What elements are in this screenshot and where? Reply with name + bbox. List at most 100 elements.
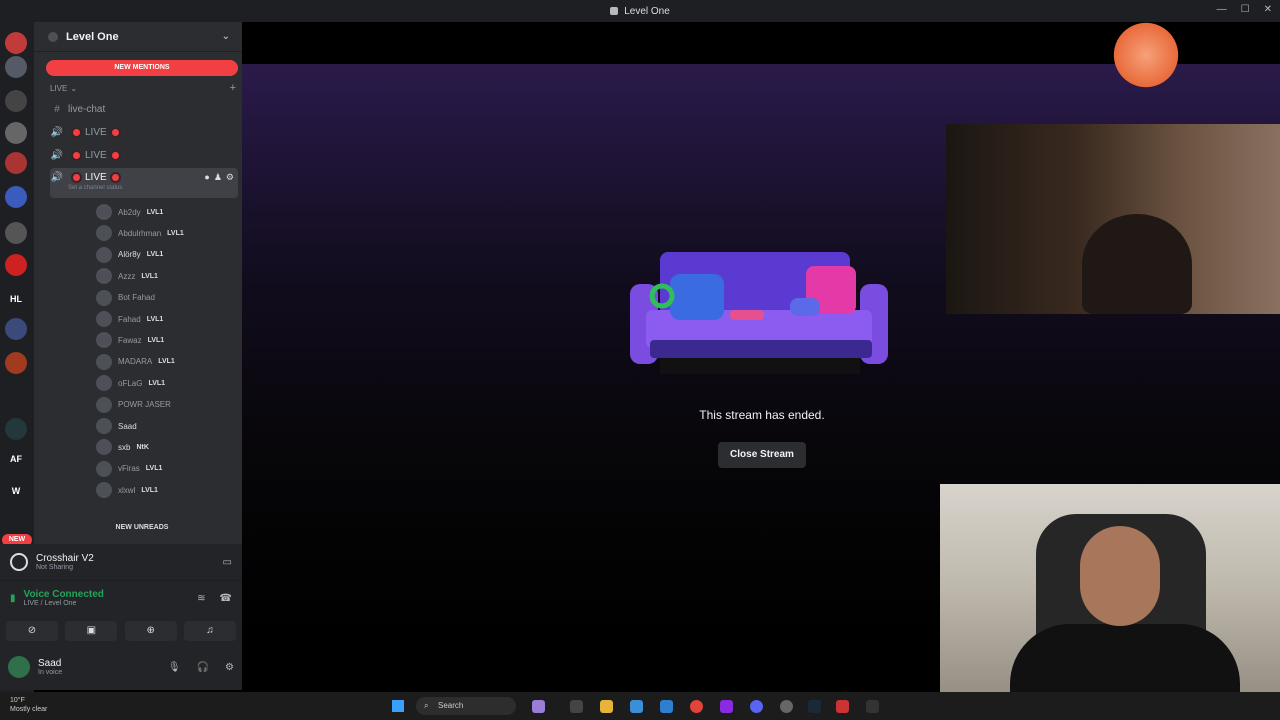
voice-member[interactable]: Bot Fahad⊘ ⊘: [96, 288, 242, 308]
voice-member[interactable]: MADARA LVL1: [96, 352, 242, 372]
server-icon[interactable]: [5, 56, 27, 78]
voice-member[interactable]: FawazLVL1⊘ ⊘: [96, 330, 242, 350]
server-icon[interactable]: [5, 222, 27, 244]
screen-share-button[interactable]: ▣: [65, 621, 118, 641]
voice-member[interactable]: oFLaG LVL1: [96, 373, 242, 393]
server-icon[interactable]: [5, 32, 27, 54]
start-button[interactable]: [392, 700, 404, 712]
speaker-icon: 🔊: [50, 149, 64, 161]
server-icon[interactable]: [5, 122, 27, 144]
voice-member[interactable]: sxb NtK: [96, 437, 242, 457]
channel-category[interactable]: LIVE ⌄ +: [50, 83, 236, 94]
steam-icon[interactable]: [808, 700, 821, 713]
voice-channel-live-2[interactable]: 🔊 LIVE: [50, 145, 238, 165]
taskbar-search[interactable]: ⌕ Search: [416, 697, 516, 715]
taskbar-app-icon[interactable]: [720, 700, 733, 713]
noise-suppression-icon[interactable]: ≋: [197, 593, 205, 604]
member-tag: LVL1: [158, 358, 175, 366]
new-unreads-pill[interactable]: NEW UNREADS: [46, 522, 238, 534]
disconnect-icon[interactable]: ☎: [220, 593, 232, 604]
speaker-icon: 🔊: [50, 172, 64, 183]
search-placeholder: Search: [438, 701, 464, 710]
avatar: [96, 246, 112, 263]
voice-member[interactable]: Alör8y LVL1: [96, 245, 242, 265]
voice-member[interactable]: Azzz LVL1: [96, 266, 242, 286]
add-channel-icon[interactable]: +: [230, 83, 236, 94]
title-bar: Level One — ☐ ✕: [0, 0, 1280, 22]
avatar: [96, 482, 112, 499]
gear-icon[interactable]: ⚙: [225, 662, 234, 673]
taskbar-app-icon[interactable]: [570, 700, 583, 713]
voice-member[interactable]: xlxwlLVL1⊘: [96, 480, 242, 500]
server-icon[interactable]: AF: [5, 448, 27, 470]
taskbar-app-icon[interactable]: [660, 700, 673, 713]
voice-member[interactable]: Fahad LVL1: [96, 309, 242, 329]
folder-icon[interactable]: [600, 700, 613, 713]
chevron-down-icon[interactable]: ⌄: [222, 31, 230, 42]
member-name: POWR JASER: [118, 400, 171, 410]
server-icon[interactable]: [5, 90, 27, 112]
weather-temp: 10°F: [10, 697, 25, 704]
discord-icon[interactable]: [750, 700, 763, 713]
screen-share-icon[interactable]: ▭: [223, 557, 232, 568]
weather-widget[interactable]: 10°F Mostly clear: [10, 696, 47, 714]
app-icon: [610, 7, 619, 15]
channel-live-chat[interactable]: # live-chat: [50, 99, 238, 119]
server-icon[interactable]: W: [5, 480, 27, 502]
taskbar-app-icon[interactable]: [866, 700, 879, 713]
member-name: Azzz: [118, 271, 136, 281]
headphones-icon[interactable]: 🎧: [197, 662, 209, 673]
live-dot-icon: [71, 126, 82, 138]
member-name: MADARA: [118, 357, 153, 367]
voice-member[interactable]: POWR JASER: [96, 395, 242, 415]
voice-connected-label[interactable]: Voice Connected: [24, 589, 104, 600]
avatar: [96, 268, 112, 285]
chat-icon[interactable]: ●: [204, 172, 209, 183]
server-icon[interactable]: [5, 352, 27, 374]
close-stream-button[interactable]: Close Stream: [718, 442, 806, 468]
user-name[interactable]: Saad: [38, 658, 62, 669]
voice-member[interactable]: Ab2dy LVL1: [96, 202, 242, 222]
voice-channel-live-active[interactable]: 🔊 LIVE Set a channel status ● ♟ ⚙: [50, 168, 238, 198]
hashtag-icon: #: [54, 103, 60, 115]
invite-icon[interactable]: ♟: [214, 172, 222, 183]
gear-icon[interactable]: ⚙: [226, 172, 234, 183]
server-icon[interactable]: HL: [5, 288, 27, 310]
taskbar: 10°F Mostly clear ⌕ Search: [0, 692, 1280, 720]
member-name: xlxwl: [118, 485, 136, 495]
avatar: [96, 332, 112, 349]
camera-off-button[interactable]: ⊘: [6, 621, 58, 641]
taskbar-app-icon[interactable]: [630, 700, 643, 713]
voice-channel-path[interactable]: LIVE / Level One: [24, 600, 104, 607]
microphone-icon[interactable]: 🎙: [168, 662, 181, 673]
voice-channel-live-1[interactable]: 🔊 LIVE: [50, 122, 238, 142]
live-dot-icon: [109, 149, 121, 161]
taskbar-app-icon[interactable]: [836, 700, 849, 713]
browser-icon[interactable]: [690, 700, 703, 713]
server-icon[interactable]: [5, 186, 27, 208]
taskbar-app-icon[interactable]: [532, 700, 545, 713]
server-icon[interactable]: [5, 388, 27, 410]
activities-button[interactable]: ⊕: [124, 621, 177, 641]
avatar[interactable]: [8, 656, 30, 678]
new-mentions-pill[interactable]: NEW MENTIONS: [46, 60, 238, 76]
channel-label: LIVE: [85, 126, 107, 138]
avatar: [96, 225, 112, 242]
server-name: Level One: [66, 30, 119, 43]
channel-status[interactable]: Set a channel status: [68, 185, 122, 191]
voice-member[interactable]: vFiras LVL1: [96, 459, 242, 479]
voice-member[interactable]: Abdulrhman LVL1: [96, 223, 242, 243]
speaker-icon: 🔊: [50, 126, 64, 138]
avatar: [96, 375, 112, 392]
taskbar-app-icon[interactable]: [780, 700, 793, 713]
server-icon[interactable]: [5, 152, 27, 174]
server-header[interactable]: Level One ⌄: [34, 22, 242, 52]
member-tag: LVL1: [145, 465, 163, 473]
voice-member[interactable]: Saad: [96, 416, 242, 436]
server-icon[interactable]: [5, 254, 27, 276]
streamer-head: [1082, 214, 1192, 314]
server-icon[interactable]: [5, 418, 27, 440]
server-icon[interactable]: [5, 318, 27, 340]
soundboard-button[interactable]: ♫: [183, 621, 236, 641]
avatar: [96, 353, 112, 370]
